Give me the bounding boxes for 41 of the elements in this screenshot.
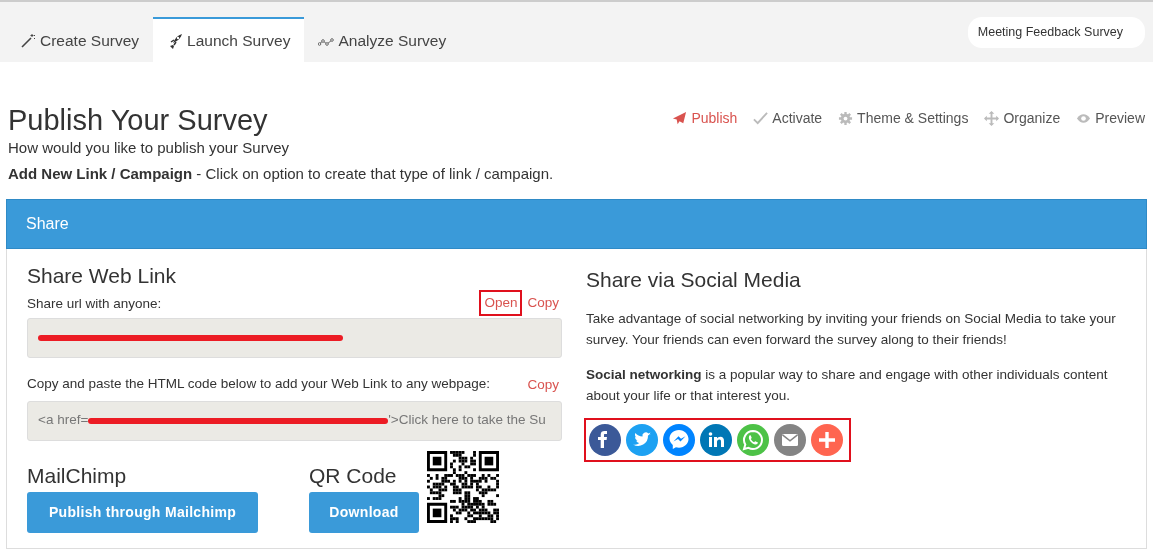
wand-icon (20, 32, 36, 49)
step-link[interactable]: Activate (753, 108, 823, 129)
check-icon (753, 111, 769, 126)
url-field[interactable] (27, 318, 562, 359)
html-code-field[interactable]: <a href= '>Click here to take the Su (27, 400, 562, 441)
whatsapp-share-icon[interactable] (737, 424, 769, 457)
more-share-icon[interactable] (811, 424, 843, 457)
step-link[interactable]: Preview (1076, 108, 1145, 129)
code-text: <a href= (38, 411, 89, 430)
twitter-share-icon[interactable] (626, 424, 658, 457)
tab[interactable]: Analyze Survey (304, 17, 461, 62)
section-title: Share Web Link (27, 262, 178, 289)
field-label: Share url with anyone: (27, 295, 162, 314)
copy-link[interactable]: Copy (524, 374, 562, 397)
tab[interactable]: Launch Survey (153, 17, 305, 62)
survey-name-label: Meeting Feedback Survey (967, 17, 1145, 48)
page-subtitle: How would you like to publish your Survey (8, 137, 290, 158)
panel-header: Share (6, 198, 1147, 249)
email-share-icon[interactable] (774, 424, 806, 457)
section-title: MailChimp (27, 462, 128, 488)
eye-icon (1076, 111, 1092, 126)
tab[interactable]: Create Survey (6, 17, 154, 62)
step-link[interactable]: Publish (672, 108, 738, 129)
open-link[interactable]: Open (481, 292, 521, 315)
code-text: '>Click here to take the Su (388, 411, 546, 430)
field-label: Copy and paste the HTML code below to add your Web Link to any webpage: (27, 375, 491, 394)
move-icon (984, 111, 1000, 126)
description-text: Take advantage of social networking by inviting your friends on Social Media to take your survey. Your friends can even forward the survey along to their friends! (586, 310, 1117, 350)
paper-plane-icon (672, 111, 688, 126)
messenger-share-icon[interactable] (663, 424, 695, 457)
instruction-text: Add New Link / Campaign - Click on option to create that type of link / campaign. (8, 164, 554, 185)
facebook-share-icon[interactable] (589, 424, 621, 457)
step-link[interactable]: Organize (984, 108, 1061, 129)
linkedin-share-icon[interactable] (700, 424, 732, 457)
description-text: Social networking is a popular way to share and engage with other individuals content about your life or that interest you. (586, 366, 1109, 406)
copy-link[interactable]: Copy (524, 292, 562, 315)
section-title: QR Code (309, 462, 398, 488)
section-title: Share via Social Media (586, 266, 802, 293)
step-link[interactable]: Theme & Settings (838, 108, 969, 129)
page-title: Publish Your Survey (8, 105, 269, 137)
gear-icon (838, 111, 854, 126)
